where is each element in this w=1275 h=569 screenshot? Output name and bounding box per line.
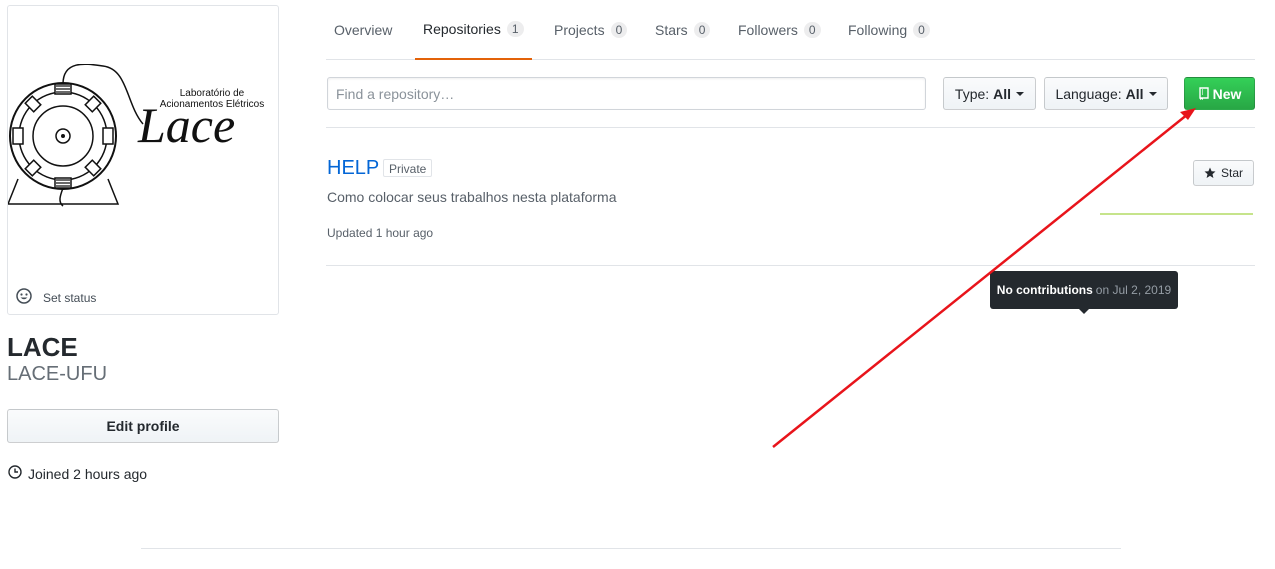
tab-following[interactable]: Following 0 <box>848 0 930 60</box>
joined-info: Joined 2 hours ago <box>8 465 147 482</box>
tab-count: 0 <box>913 22 930 38</box>
divider <box>326 127 1255 128</box>
logo-subtitle-line2: Acionamentos Elétricos <box>159 99 265 110</box>
tab-label: Projects <box>554 22 605 38</box>
profile-name: LACE <box>7 332 78 362</box>
activity-sparkline <box>1100 213 1253 215</box>
new-repository-button[interactable]: New <box>1184 77 1255 110</box>
tab-projects[interactable]: Projects 0 <box>554 0 628 60</box>
tab-count: 0 <box>610 22 628 38</box>
type-filter-label: Type: <box>954 85 990 102</box>
repo-description: Como colocar seus trabalhos nesta plataf… <box>327 189 617 205</box>
tab-count: 0 <box>803 22 821 38</box>
set-status-label: Set status <box>43 290 97 305</box>
language-filter-button[interactable]: Language: All <box>1044 77 1168 110</box>
star-label: Star <box>1220 166 1243 180</box>
contribution-tooltip: No contributions on Jul 2, 2019 <box>990 271 1178 309</box>
tab-label: Following <box>848 22 908 38</box>
profile-avatar[interactable]: Lace Laboratório de Acionamentos Elétric… <box>7 5 279 315</box>
joined-text: Joined 2 hours ago <box>28 465 148 482</box>
tab-count: 0 <box>693 22 711 38</box>
tooltip-arrow <box>1079 309 1089 314</box>
language-filter-label: Language: <box>1055 85 1122 102</box>
star-button[interactable]: Star <box>1193 160 1254 186</box>
logo-subtitle-line1: Laboratório de <box>179 88 245 99</box>
tooltip-date: on Jul 2, 2019 <box>1095 283 1172 297</box>
tooltip-strong-text: No contributions <box>996 283 1093 297</box>
tab-label: Repositories <box>423 21 501 37</box>
caret-down-icon <box>1016 91 1025 96</box>
lace-logo: Lace <box>8 64 235 207</box>
tab-label: Stars <box>655 22 688 38</box>
tab-label: Overview <box>334 22 393 38</box>
tab-repositories[interactable]: Repositories 1 <box>415 0 532 60</box>
logo-subtitle: Laboratório de Acionamentos Elétricos <box>138 88 278 110</box>
find-repository-input[interactable] <box>327 77 926 110</box>
footer-divider <box>141 548 1121 549</box>
type-filter-button[interactable]: Type: All <box>943 77 1036 110</box>
smiley-icon <box>16 288 32 307</box>
tab-followers[interactable]: Followers 0 <box>738 0 821 60</box>
tab-count: 1 <box>506 21 524 37</box>
profile-login: LACE-UFU <box>7 363 108 385</box>
new-button-label: New <box>1212 85 1242 102</box>
tab-stars[interactable]: Stars 0 <box>655 0 711 60</box>
profile-tabs: Overview Repositories 1 Projects 0 Stars… <box>326 0 1255 60</box>
type-filter-value: All <box>993 85 1012 102</box>
clock-icon <box>8 465 22 482</box>
tab-overview[interactable]: Overview <box>334 0 392 60</box>
caret-down-icon <box>1148 91 1157 96</box>
private-badge: Private <box>383 159 433 177</box>
divider <box>326 265 1255 266</box>
language-filter-value: All <box>1125 85 1144 102</box>
edit-profile-button[interactable]: Edit profile <box>7 409 279 443</box>
repo-icon <box>1198 86 1209 101</box>
set-status-button[interactable]: Set status <box>16 288 96 307</box>
tab-label: Followers <box>738 22 798 38</box>
repo-updated-time: Updated 1 hour ago <box>327 226 434 240</box>
repo-name-link[interactable]: HELP <box>327 156 379 180</box>
star-icon <box>1204 167 1216 179</box>
